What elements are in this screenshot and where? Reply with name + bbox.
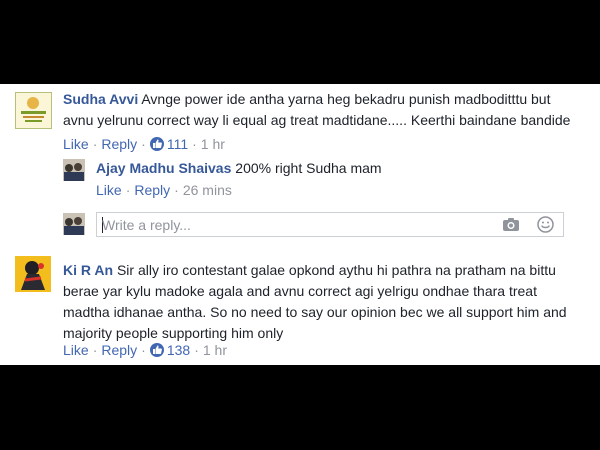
current-user-avatar (63, 213, 85, 235)
emoji-icon[interactable] (537, 216, 554, 238)
comment-text-line2: avnu yelrunu correct way li equal ag tre… (63, 112, 571, 128)
reply-link[interactable]: Reply (101, 342, 137, 358)
comment-author[interactable]: Sudha Avvi (63, 91, 138, 107)
reaction-count[interactable]: 138 (167, 342, 190, 358)
reply-input[interactable] (102, 215, 482, 234)
avatar-image (15, 256, 51, 292)
like-link[interactable]: Like (63, 136, 89, 152)
timestamp[interactable]: 26 mins (183, 182, 232, 198)
avatar-image (63, 159, 85, 181)
comment-text-line3: madtha idhanae antha. So no need to say … (63, 304, 567, 320)
reply-link[interactable]: Reply (101, 136, 137, 152)
reply-author[interactable]: Ajay Madhu Shaivas (96, 160, 231, 176)
like-reaction-icon (149, 343, 164, 357)
comment-author[interactable]: Ki R An (63, 262, 113, 278)
like-reaction-icon (149, 137, 164, 151)
comment-actions: Like · Reply · 111 · 1 hr (63, 136, 225, 152)
avatar-image (21, 97, 46, 122)
camera-icon[interactable] (502, 217, 520, 237)
avatar[interactable] (15, 92, 52, 129)
comment-text: Sir ally iro contestant galae opkond ayt… (116, 262, 556, 278)
like-link[interactable]: Like (96, 182, 122, 198)
reply-actions: Like · Reply · 26 mins (96, 182, 232, 198)
timestamp[interactable]: 1 hr (201, 136, 225, 152)
reply-text: 200% right Sudha mam (235, 160, 382, 176)
like-link[interactable]: Like (63, 342, 89, 358)
comment-actions: Like · Reply · 138 · 1 hr (63, 342, 227, 358)
reply-composer[interactable] (96, 212, 564, 237)
comment-text: Avnge power ide antha yarna heg bekadru … (141, 91, 551, 107)
comment-text-line2: berae yar kylu madoke agala and avnu cor… (63, 283, 537, 299)
avatar[interactable] (63, 159, 85, 181)
avatar-image (63, 213, 85, 235)
reaction-count[interactable]: 111 (167, 136, 188, 152)
timestamp[interactable]: 1 hr (203, 342, 227, 358)
comment-text-line4: majority people supporting him only (63, 325, 284, 341)
avatar[interactable] (15, 256, 51, 292)
comments-panel: Sudha Avvi Avnge power ide antha yarna h… (0, 84, 600, 365)
reply-link[interactable]: Reply (134, 182, 170, 198)
